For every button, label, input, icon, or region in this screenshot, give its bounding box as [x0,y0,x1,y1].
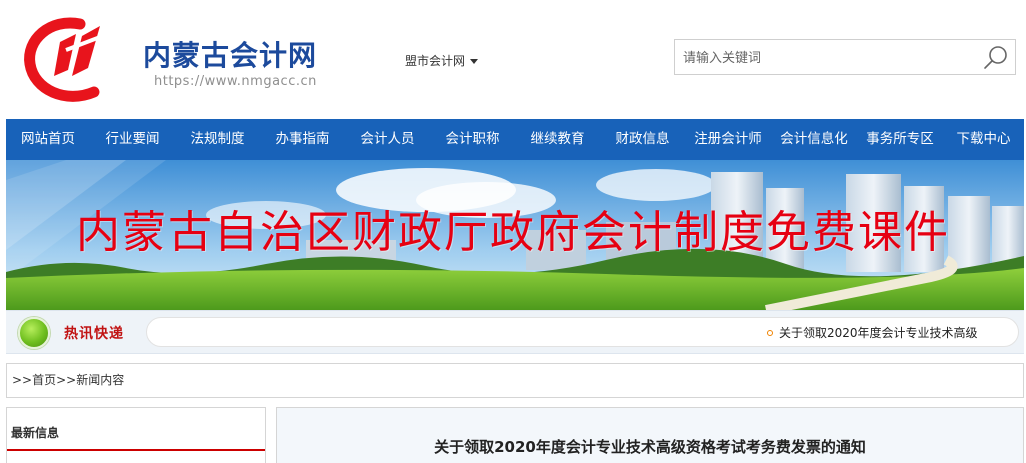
search-box [674,39,1016,75]
nav-item-finance-info[interactable]: 财政信息 [600,119,685,160]
city-site-dropdown[interactable]: 盟市会计网 [405,52,479,69]
nav-item-accountants[interactable]: 会计人员 [345,119,430,160]
nav-item-firms[interactable]: 事务所专区 [857,119,943,160]
ticker-news-link[interactable]: 关于领取2020年度会计专业技术高级 [767,324,978,341]
search-input[interactable] [683,48,973,68]
nav-item-industry-news[interactable]: 行业要闻 [90,119,175,160]
sidebar-title: 最新信息 [11,426,60,440]
site-url: https://www.nmgacc.cn [154,74,317,89]
main-nav: 网站首页 行业要闻 法规制度 办事指南 会计人员 会计职称 继续教育 财政信息 … [6,119,1024,160]
nav-item-home[interactable]: 网站首页 [6,119,90,160]
article-title: 关于领取2020年度会计专业技术高级资格考试考务费发票的通知 [434,438,866,456]
nav-item-regulations[interactable]: 法规制度 [175,119,260,160]
nav-item-guide[interactable]: 办事指南 [260,119,345,160]
news-ticker: 关于领取2020年度会计专业技术高级 [146,317,1019,347]
nav-item-titles[interactable]: 会计职称 [430,119,515,160]
sidebar-divider [7,449,265,451]
banner-headline: 内蒙古自治区财政厅政府会计制度免费课件 [76,207,950,258]
hot-news-bar: 热讯快递 关于领取2020年度会计专业技术高级 [6,310,1024,354]
breadcrumb-text[interactable]: >>首页>>新闻内容 [12,373,124,387]
ticker-news-text: 关于领取2020年度会计专业技术高级 [779,326,978,340]
chevron-down-icon [470,59,479,64]
green-dot-icon [18,317,50,349]
nav-item-informatization[interactable]: 会计信息化 [771,119,857,160]
hot-news-label: 热讯快递 [64,326,124,342]
sidebar-latest-info: 最新信息 [6,407,266,463]
nav-item-downloads[interactable]: 下载中心 [943,119,1024,160]
promo-banner[interactable]: 内蒙古自治区财政厅政府会计制度免费课件 [6,160,1024,310]
nav-item-continuing-education[interactable]: 继续教育 [515,119,600,160]
bullet-icon [767,329,773,336]
article-panel: 关于领取2020年度会计专业技术高级资格考试考务费发票的通知 [276,407,1024,463]
city-site-dropdown-label: 盟市会计网 [405,54,466,68]
breadcrumb: >>首页>>新闻内容 [6,363,1024,398]
search-icon[interactable] [981,43,1011,73]
site-logo[interactable] [20,12,114,106]
site-header: 内蒙古会计网 https://www.nmgacc.cn 盟市会计网 [0,0,1026,118]
nav-item-cpa[interactable]: 注册会计师 [685,119,771,160]
site-name[interactable]: 内蒙古会计网 [143,34,317,74]
